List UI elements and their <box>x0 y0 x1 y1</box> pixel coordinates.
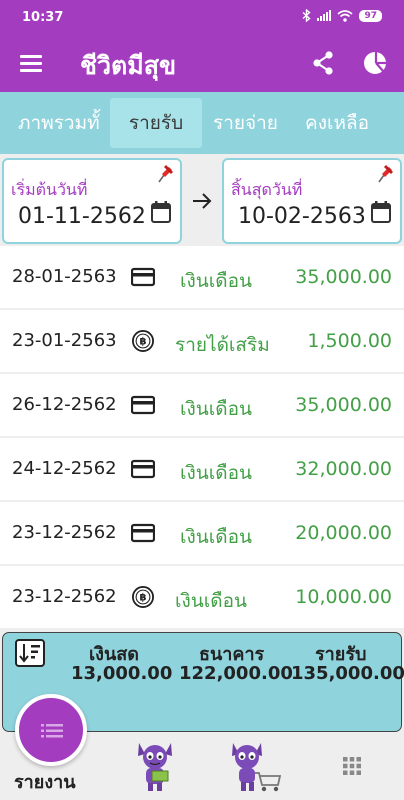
bank-value: 122,000.00 <box>179 663 293 684</box>
transaction-date: 23-12-2562 <box>12 586 117 607</box>
income-total-value: 135,000.00 <box>291 663 404 684</box>
list-icon <box>41 724 63 738</box>
pushpin-icon <box>158 165 173 183</box>
transaction-amount: 10,000.00 <box>295 586 392 608</box>
transaction-date: 23-01-2563 <box>12 330 117 351</box>
transaction-category: เงินเดือน <box>180 398 252 420</box>
tab-overview[interactable]: ภาพรวมทั้ <box>18 98 100 148</box>
signal-icon <box>317 10 332 21</box>
transaction-amount: 35,000.00 <box>295 394 392 416</box>
transaction-row[interactable]: 28-01-2563 เงินเดือน 35,000.00 <box>0 246 404 308</box>
pie-chart-icon[interactable] <box>362 50 388 76</box>
tab-bar: ภาพรวมทั้ รายรับ รายจ่าย คงเหลือ <box>0 92 404 154</box>
tab-balance[interactable]: คงเหลือ <box>305 98 369 148</box>
transaction-amount: 32,000.00 <box>295 458 392 480</box>
share-icon[interactable] <box>310 50 336 76</box>
start-date-picker[interactable]: เริ่มต้นวันที่ 01-11-2562 <box>2 158 182 244</box>
transaction-row[interactable]: 23-12-2562 ฿ เงินเดือน 10,000.00 <box>0 566 404 628</box>
baht-coin-icon: ฿ <box>132 586 154 608</box>
pushpin-icon <box>378 165 393 183</box>
transaction-amount: 35,000.00 <box>295 266 392 288</box>
baht-coin-icon: ฿ <box>132 330 154 352</box>
calendar-icon[interactable] <box>150 200 172 224</box>
transaction-row[interactable]: 23-12-2562 เงินเดือน 20,000.00 <box>0 502 404 564</box>
transaction-category: เงินเดือน <box>175 590 247 612</box>
app-title: ชีวิตมีสุข <box>80 51 177 80</box>
transaction-amount: 20,000.00 <box>295 522 392 544</box>
transaction-category: รายได้เสริม <box>175 334 270 356</box>
credit-card-icon <box>131 267 155 287</box>
mascot-shopping-cart-icon[interactable] <box>229 737 281 793</box>
transaction-category: เงินเดือน <box>180 270 252 292</box>
credit-card-icon <box>131 459 155 479</box>
transaction-category: เงินเดือน <box>180 462 252 484</box>
end-date-value[interactable]: 10-02-2563 <box>238 204 366 229</box>
report-label[interactable]: รายงาน <box>14 767 76 796</box>
app-root: 10:37 97 ชีวิตมีสุข ภาพรวมทั้ รายรับ ราย… <box>0 0 404 800</box>
credit-card-icon <box>131 523 155 543</box>
mascot-money-icon[interactable] <box>133 737 177 793</box>
calendar-icon[interactable] <box>370 200 392 224</box>
start-date-value[interactable]: 01-11-2562 <box>18 204 146 229</box>
status-icons: 97 <box>302 9 382 22</box>
tab-expense[interactable]: รายจ่าย <box>213 98 278 148</box>
report-button[interactable] <box>15 694 87 766</box>
transaction-date: 24-12-2562 <box>12 458 117 479</box>
bluetooth-icon <box>302 9 312 22</box>
transaction-row[interactable]: 23-01-2563 ฿ รายได้เสริม 1,500.00 <box>0 310 404 372</box>
status-time: 10:37 <box>22 10 64 25</box>
svg-text:฿: ฿ <box>139 593 146 604</box>
start-date-label: เริ่มต้นวันที่ <box>11 180 88 199</box>
battery-icon: 97 <box>359 9 382 22</box>
arrow-right-icon <box>193 193 212 209</box>
apps-grid-icon[interactable] <box>342 756 362 776</box>
end-date-picker[interactable]: สิ้นสุดวันที่ 10-02-2563 <box>222 158 402 244</box>
app-bar: ชีวิตมีสุข <box>0 36 404 92</box>
tab-income[interactable]: รายรับ <box>110 98 202 148</box>
transaction-date: 26-12-2562 <box>12 394 117 415</box>
transaction-amount: 1,500.00 <box>307 330 392 352</box>
sort-descending-icon[interactable] <box>15 639 45 667</box>
transaction-category: เงินเดือน <box>180 526 252 548</box>
svg-text:฿: ฿ <box>139 337 146 348</box>
transaction-date: 23-12-2562 <box>12 522 117 543</box>
credit-card-icon <box>131 395 155 415</box>
transaction-date: 28-01-2563 <box>12 266 117 287</box>
status-bar: 10:37 97 <box>0 0 404 36</box>
cash-value: 13,000.00 <box>71 663 173 684</box>
transaction-row[interactable]: 26-12-2562 เงินเดือน 35,000.00 <box>0 374 404 436</box>
transaction-row[interactable]: 24-12-2562 เงินเดือน 32,000.00 <box>0 438 404 500</box>
menu-icon[interactable] <box>20 53 42 73</box>
wifi-icon <box>337 9 353 22</box>
end-date-label: สิ้นสุดวันที่ <box>231 180 303 199</box>
